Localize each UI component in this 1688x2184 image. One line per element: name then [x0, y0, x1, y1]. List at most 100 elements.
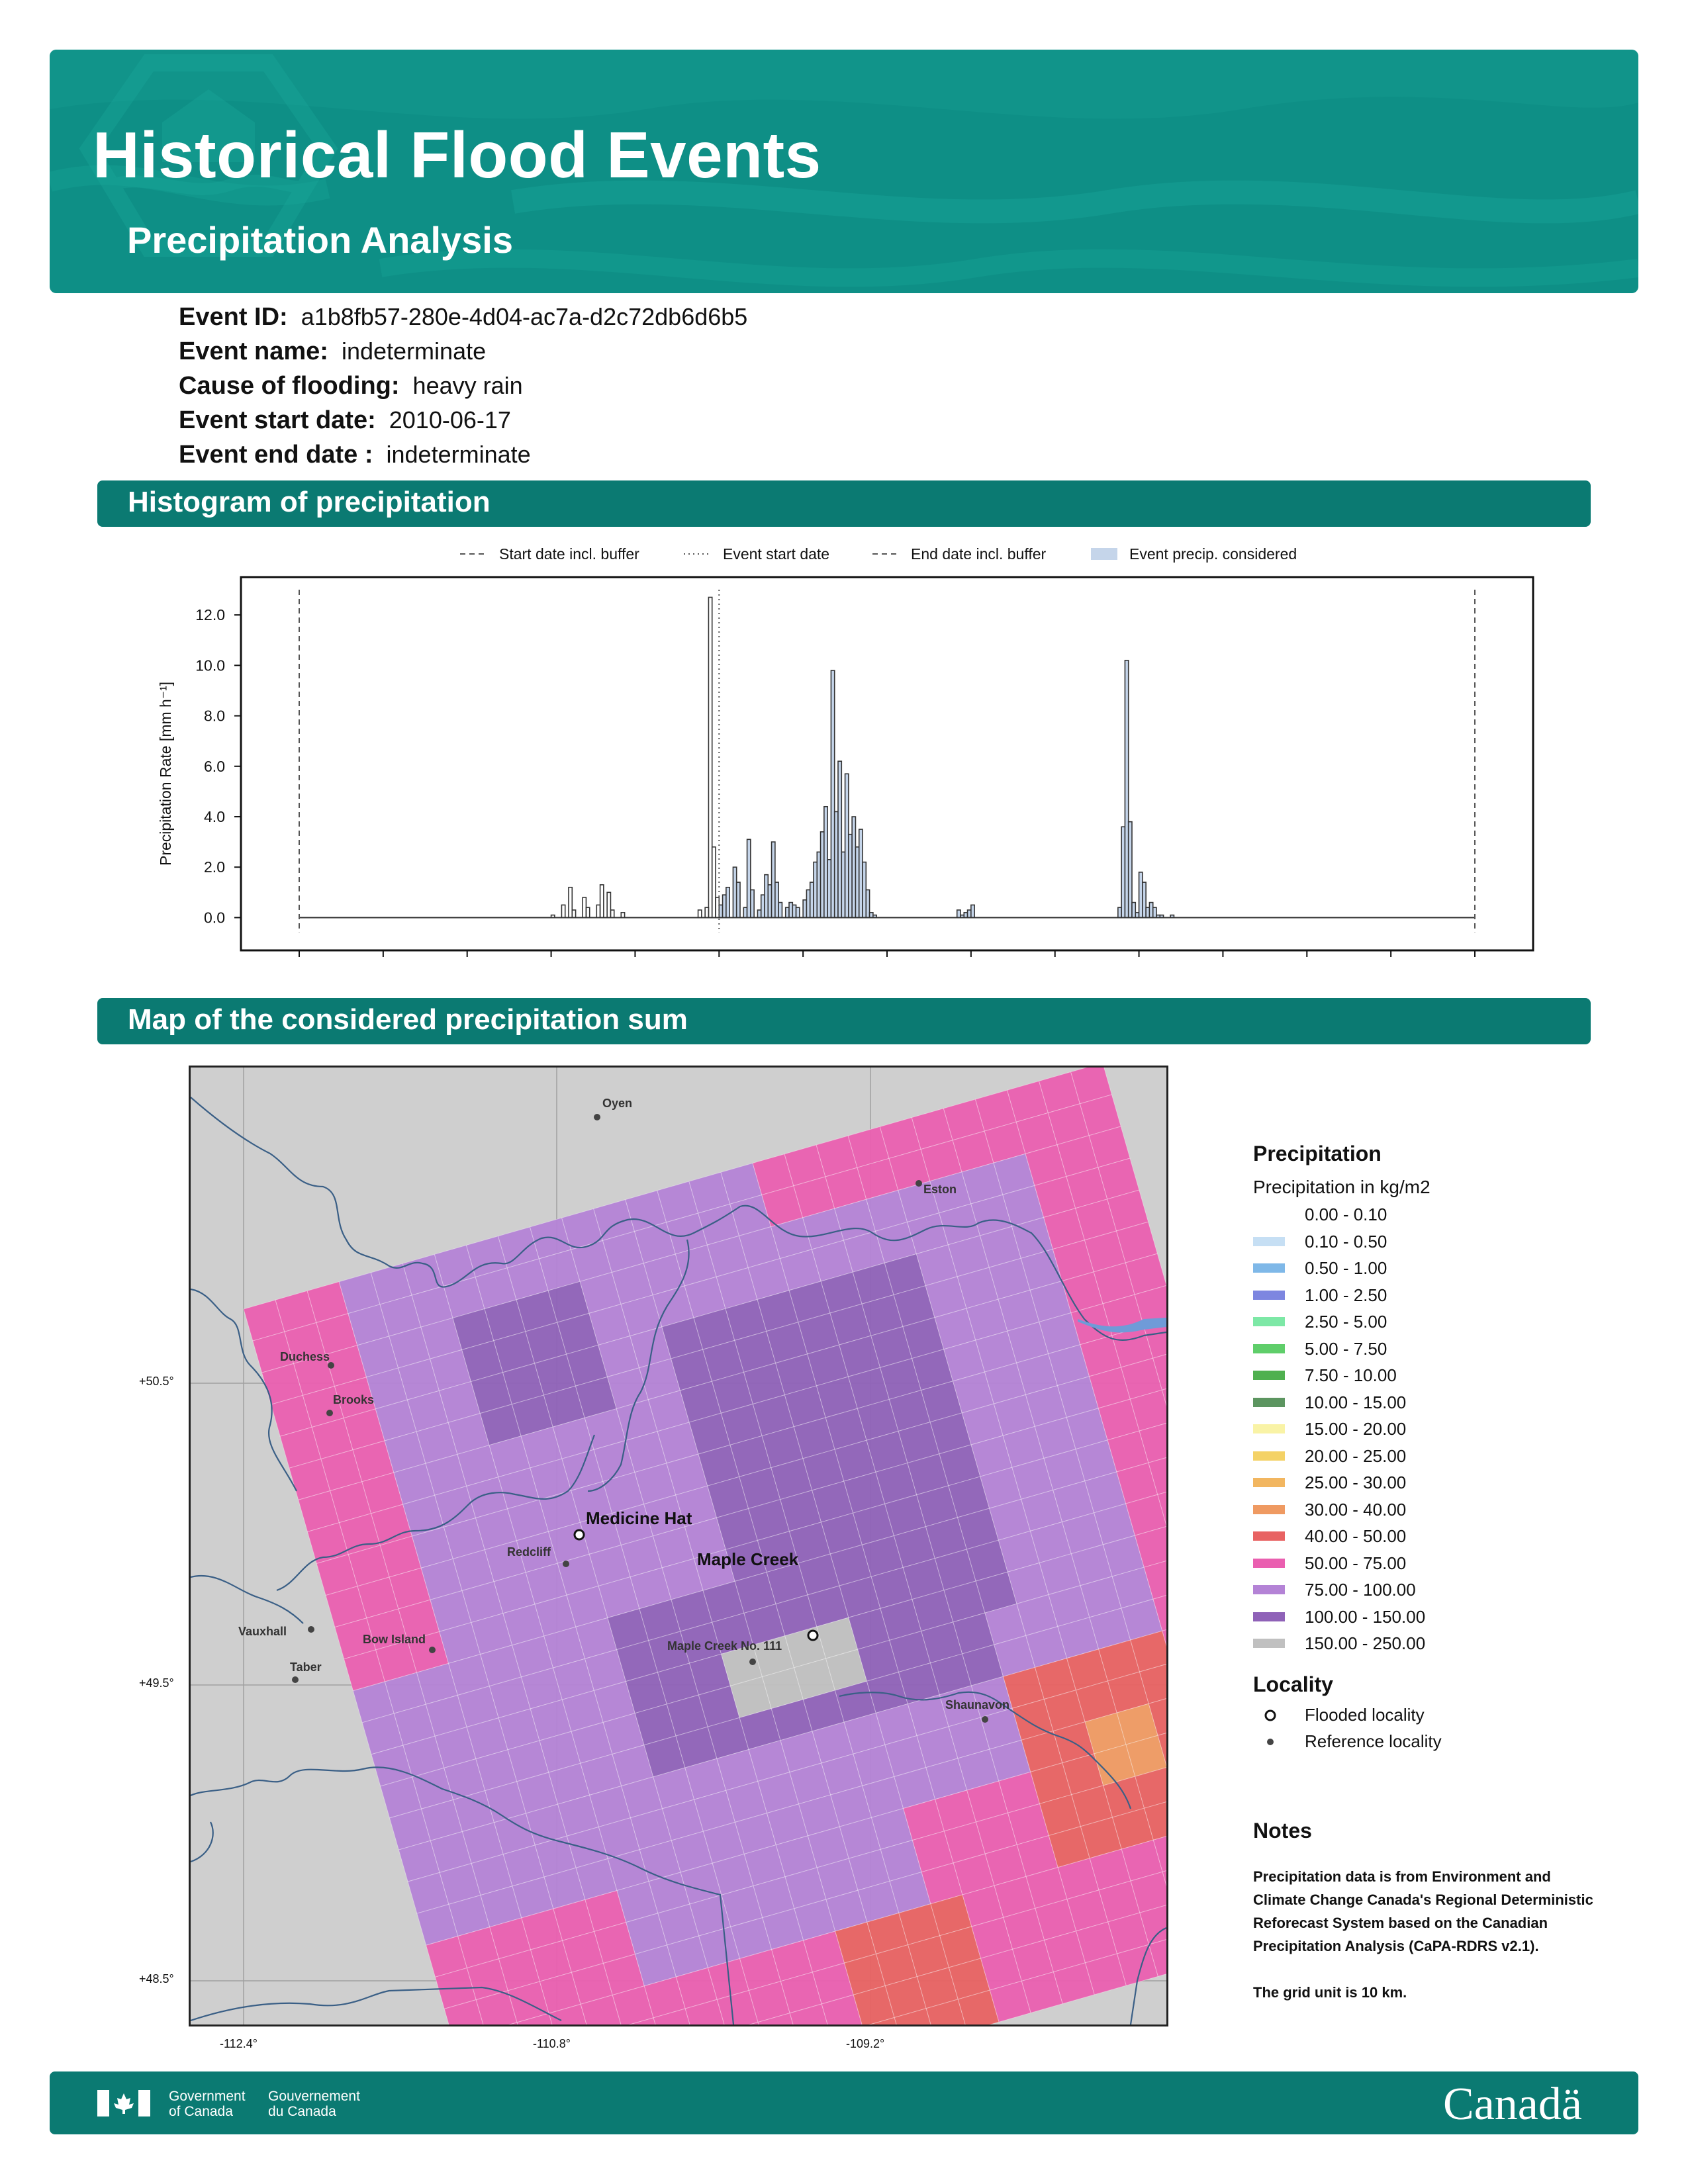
- event-cause-label: Cause of flooding:: [179, 372, 400, 400]
- legend-class-label: 0.50 - 1.00: [1305, 1258, 1387, 1278]
- y-tick-label: 12.0: [195, 606, 225, 623]
- event-cause-row: Cause of flooding: heavy rain: [179, 372, 523, 400]
- reference-locality-marker: [563, 1561, 569, 1567]
- canada-flag-icon: [97, 2090, 150, 2116]
- reference-locality-marker: [292, 1676, 299, 1683]
- event-id-value: a1b8fb57-280e-4d04-ac7a-d2c72db6d6b5: [301, 303, 748, 330]
- legend-class-label: 40.00 - 50.00: [1305, 1526, 1407, 1546]
- reference-locality-marker: [594, 1114, 600, 1120]
- legend-event-start-label: Event start date: [723, 545, 829, 563]
- legend-class-swatch: [1253, 1210, 1285, 1219]
- legend-class-row: 100.00 - 150.00: [1253, 1607, 1624, 1634]
- event-end-value: indeterminate: [386, 441, 531, 468]
- legend-class-swatch: [1253, 1371, 1285, 1380]
- page-title: Historical Flood Events: [93, 118, 821, 191]
- map-legend: Precipitation Precipitation in kg/m2 0.0…: [1253, 1142, 1624, 1758]
- event-end-label: Event end date :: [179, 441, 373, 469]
- reference-locality-marker: [326, 1410, 333, 1416]
- legend-class-row: 20.00 - 25.00: [1253, 1446, 1624, 1473]
- legend-class-label: 20.00 - 25.00: [1305, 1445, 1407, 1466]
- y-tick-label: 2.0: [204, 858, 225, 876]
- legend-class-label: 25.00 - 30.00: [1305, 1473, 1407, 1492]
- gov-en-line-2: of Canada: [169, 2104, 233, 2119]
- lon-tick-109-2: -109.2°: [846, 2037, 885, 2050]
- legend-class-label: 30.00 - 40.00: [1305, 1499, 1407, 1520]
- reference-locality-label: Redcliff: [507, 1545, 551, 1559]
- legend-class-row: 0.10 - 0.50: [1253, 1232, 1624, 1259]
- legend-event-precip-label: Event precip. considered: [1129, 545, 1297, 563]
- chart-legend: Start date incl. buffer Event start date…: [460, 545, 1297, 563]
- reference-locality-label: Brooks: [333, 1393, 374, 1406]
- map-canvas: Oyen Eston Duchess Brooks Redcliff Vauxhall Bo…: [191, 1068, 1166, 2025]
- reference-locality-icon: [1267, 1739, 1274, 1745]
- x-tick-label: 21 Jun: [1032, 964, 1078, 966]
- legend-class-label: 150.00 - 250.00: [1305, 1633, 1426, 1653]
- histogram-section-title: Histogram of precipitation: [128, 486, 491, 518]
- legend-class-label: 100.00 - 150.00: [1305, 1606, 1426, 1627]
- event-id-label: Event ID:: [179, 303, 288, 331]
- event-cause-value: heavy rain: [412, 372, 523, 399]
- lon-tick-112-4: -112.4°: [220, 2037, 258, 2050]
- legend-class-swatch: [1253, 1317, 1285, 1326]
- reference-locality-marker: [429, 1647, 436, 1653]
- legend-reference-row: Reference locality: [1253, 1731, 1624, 1758]
- x-tick-label: 23 Jun: [1200, 964, 1246, 966]
- page-subtitle: Precipitation Analysis: [127, 219, 513, 261]
- legend-event-precip-swatch: [1091, 548, 1117, 560]
- legend-class-label: 1.00 - 2.50: [1305, 1285, 1387, 1305]
- reference-locality-label: Oyen: [602, 1097, 632, 1110]
- legend-class-label: 15.00 - 20.00: [1305, 1419, 1407, 1439]
- legend-class-row: 15.00 - 20.00: [1253, 1419, 1624, 1446]
- event-start-value: 2010-06-17: [389, 406, 511, 433]
- legend-class-row: 25.00 - 30.00: [1253, 1473, 1624, 1500]
- legend-class-row: 150.00 - 250.00: [1253, 1633, 1624, 1661]
- legend-class-label: 2.50 - 5.00: [1305, 1312, 1387, 1332]
- flooded-locality-label: Maple Creek: [697, 1549, 799, 1569]
- legend-classes: 0.00 - 0.10 0.10 - 0.50 0.50 - 1.00 1.00 - …: [1253, 1205, 1624, 1661]
- lat-tick-49-5: +49.5°: [139, 1676, 174, 1690]
- lat-tick-50-5: +50.5°: [139, 1375, 174, 1388]
- legend-class-swatch: [1253, 1236, 1285, 1246]
- legend-class-row: 50.00 - 75.00: [1253, 1553, 1624, 1580]
- legend-reference-label: Reference locality: [1305, 1731, 1442, 1751]
- legend-class-row: 75.00 - 100.00: [1253, 1580, 1624, 1607]
- y-tick-label: 8.0: [204, 707, 225, 725]
- reference-locality-label: Taber: [290, 1661, 322, 1674]
- legend-end-buffer-label: End date incl. buffer: [911, 545, 1046, 563]
- x-axis: 13 Jun 15 Jun 17 Jun 19 Jun 21 Jun 23 Jun 25 J…: [299, 950, 1476, 966]
- reference-locality-label: Shaunavon: [945, 1698, 1009, 1711]
- gov-en-line-1: Government: [169, 2089, 246, 2104]
- legend-class-swatch: [1253, 1531, 1285, 1541]
- y-tick-label: 0.0: [204, 909, 225, 926]
- legend-class-label: 7.50 - 10.00: [1305, 1365, 1397, 1385]
- precip-bar: [726, 886, 730, 919]
- legend-class-row: 1.00 - 2.50: [1253, 1285, 1624, 1312]
- legend-class-swatch: [1253, 1424, 1285, 1433]
- legend-class-row: 7.50 - 10.00: [1253, 1365, 1624, 1392]
- legend-flooded-label: Flooded locality: [1305, 1704, 1425, 1725]
- reference-locality-label: Maple Creek No. 111: [667, 1639, 782, 1653]
- legend-locality-title: Locality: [1253, 1672, 1333, 1696]
- map-section-title: Map of the considered precipitation sum: [128, 1003, 688, 1036]
- event-start-row: Event start date: 2010-06-17: [179, 406, 511, 435]
- precip-bar: [750, 889, 755, 919]
- legend-class-label: 0.00 - 0.10: [1305, 1205, 1387, 1224]
- legend-class-swatch: [1253, 1585, 1285, 1594]
- legend-class-swatch: [1253, 1397, 1285, 1407]
- y-tick-label: 4.0: [204, 808, 225, 825]
- precip-bar: [970, 904, 975, 919]
- x-tick-label: 17 Jun: [696, 964, 742, 966]
- notes-paragraph-grid: The grid unit is 10 km.: [1253, 1984, 1407, 2001]
- flooded-locality-marker: [807, 1629, 819, 1641]
- reference-locality-label: Vauxhall: [238, 1625, 287, 1638]
- legend-class-row: 0.50 - 1.00: [1253, 1258, 1624, 1285]
- notes-title: Notes: [1253, 1819, 1312, 1843]
- precipitation-grid: [243, 1068, 1166, 2025]
- precipitation-map[interactable]: Oyen Eston Duchess Brooks Redcliff Vauxhall Bo…: [189, 1066, 1168, 2026]
- precip-bar: [735, 882, 741, 919]
- legend-class-swatch: [1253, 1343, 1285, 1353]
- legend-class-swatch: [1253, 1504, 1285, 1514]
- flooded-locality-icon: [1264, 1709, 1276, 1721]
- legend-class-label: 5.00 - 7.50: [1305, 1338, 1387, 1359]
- event-name-value: indeterminate: [341, 338, 487, 365]
